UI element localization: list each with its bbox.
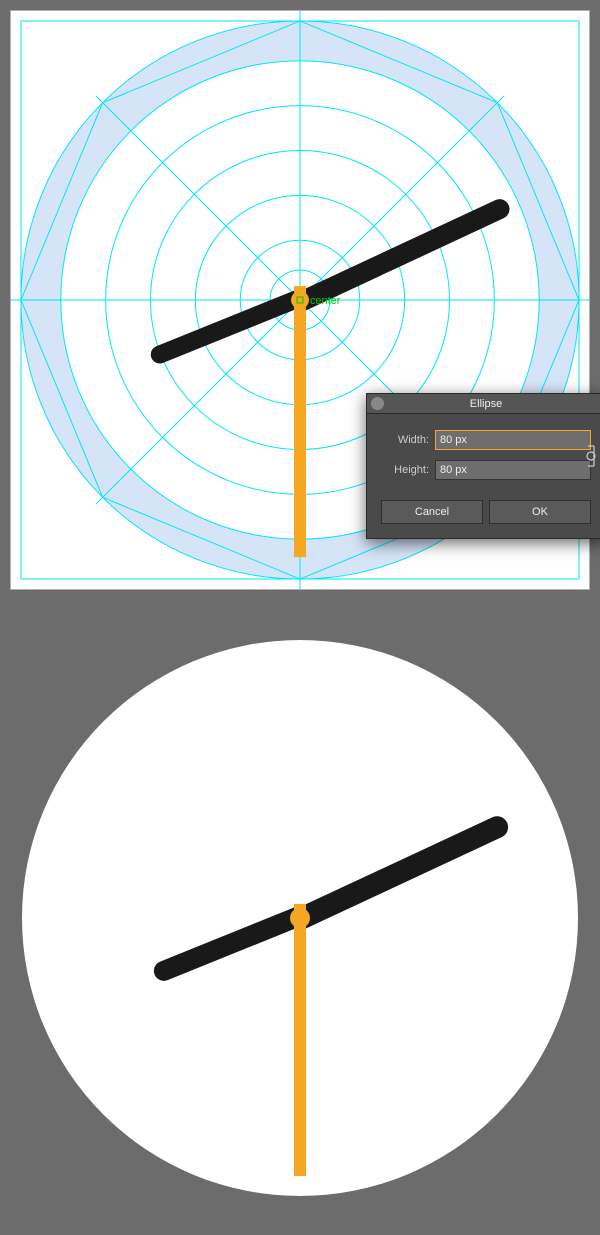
height-label: Height: [381,464,429,476]
ok-button[interactable]: OK [489,500,591,524]
center-hub [291,291,309,309]
dialog-title-text: Ellipse [470,398,502,410]
width-label: Width: [381,434,429,446]
cancel-button[interactable]: Cancel [381,500,483,524]
result-center-hub [290,908,310,928]
result-preview [22,640,578,1196]
dialog-body: Width: Height: [367,414,600,500]
constrain-proportions-icon[interactable] [583,442,599,470]
center-label: center [310,295,341,307]
ellipse-dialog[interactable]: Ellipse Width: Height: Cancel OK [366,393,600,539]
second-hand [294,286,306,557]
width-input[interactable] [435,430,591,450]
close-icon[interactable] [371,397,384,410]
dialog-titlebar[interactable]: Ellipse [367,394,600,414]
artboard-panel: center Ellipse Width: Height: Cancel [10,10,590,590]
result-second-hand [294,904,306,1176]
height-input[interactable] [435,460,591,480]
